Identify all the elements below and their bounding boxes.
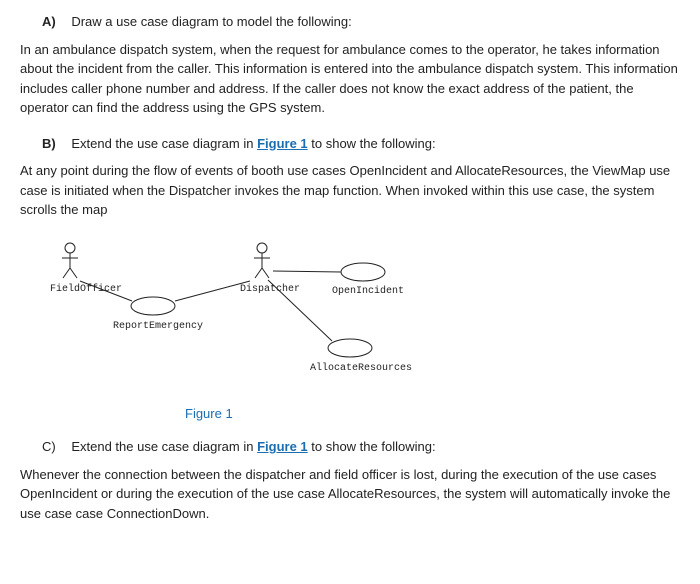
open-incident-label: OpenIncident xyxy=(332,285,404,297)
section-b-body: At any point during the flow of events o… xyxy=(20,161,680,220)
section-c-heading-post: to show the following: xyxy=(308,439,436,454)
figure-1-link-c[interactable]: Figure 1 xyxy=(257,439,308,454)
section-b-heading-pre: Extend the use case diagram in xyxy=(71,136,257,151)
section-a-heading: Draw a use case diagram to model the fol… xyxy=(71,14,351,29)
section-b-letter: B) xyxy=(42,136,56,151)
allocate-resources-label: AllocateResources xyxy=(310,362,412,374)
report-emergency-label: ReportEmergency xyxy=(113,321,203,332)
section-a-body: In an ambulance dispatch system, when th… xyxy=(20,40,680,118)
section-a-letter: A) xyxy=(42,14,56,29)
section-c-title: C) Extend the use case diagram in Figure… xyxy=(20,437,680,457)
use-case-diagram-svg: FieldOfficer Dispatcher ReportEmergency … xyxy=(50,236,510,386)
section-b-heading-post: to show the following: xyxy=(308,136,436,151)
figure-1-diagram: FieldOfficer Dispatcher ReportEmergency … xyxy=(50,236,680,396)
figure-1-link[interactable]: Figure 1 xyxy=(257,136,308,151)
section-c-letter: C) xyxy=(42,439,56,454)
section-a-title: A) Draw a use case diagram to model the … xyxy=(20,12,680,32)
actor-dispatcher: Dispatcher xyxy=(240,243,300,295)
usecase-report-emergency: ReportEmergency xyxy=(113,297,203,332)
usecase-allocate-resources: AllocateResources xyxy=(310,339,412,374)
section-c-body: Whenever the connection between the disp… xyxy=(20,465,680,524)
dispatcher-label: Dispatcher xyxy=(240,283,300,295)
usecase-open-incident: OpenIncident xyxy=(332,263,404,297)
section-b-title: B) Extend the use case diagram in Figure… xyxy=(20,134,680,154)
assoc-disp-re xyxy=(175,281,250,301)
assoc-disp-oi xyxy=(273,271,341,272)
section-c-heading-pre: Extend the use case diagram in xyxy=(71,439,257,454)
figure-1-caption: Figure 1 xyxy=(185,404,680,424)
actor-field-officer: FieldOfficer xyxy=(50,243,122,295)
